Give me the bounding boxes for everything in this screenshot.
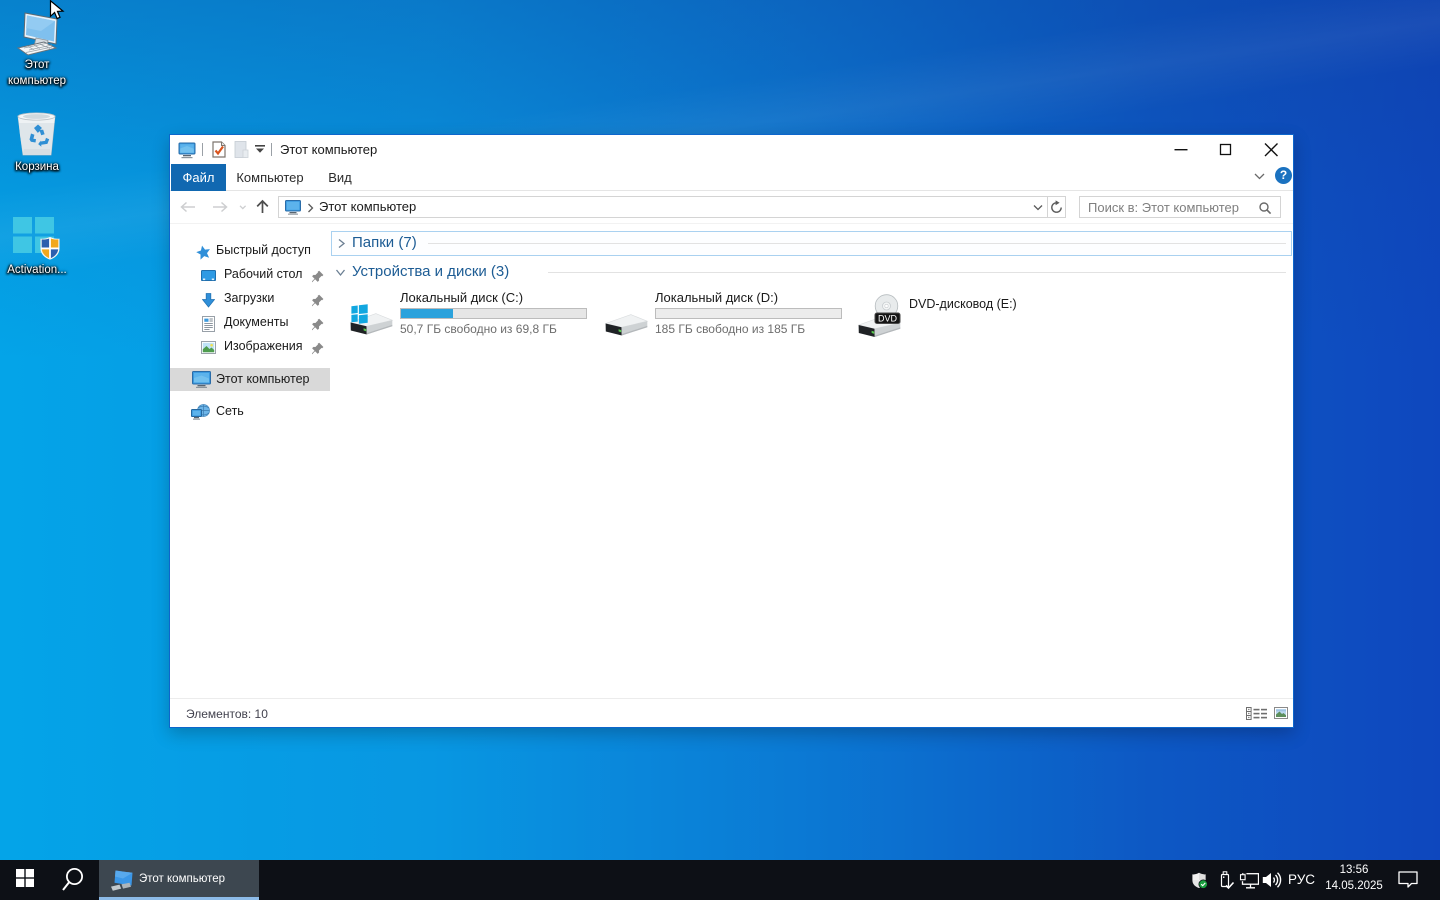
svg-text:DVD: DVD [878, 314, 898, 324]
